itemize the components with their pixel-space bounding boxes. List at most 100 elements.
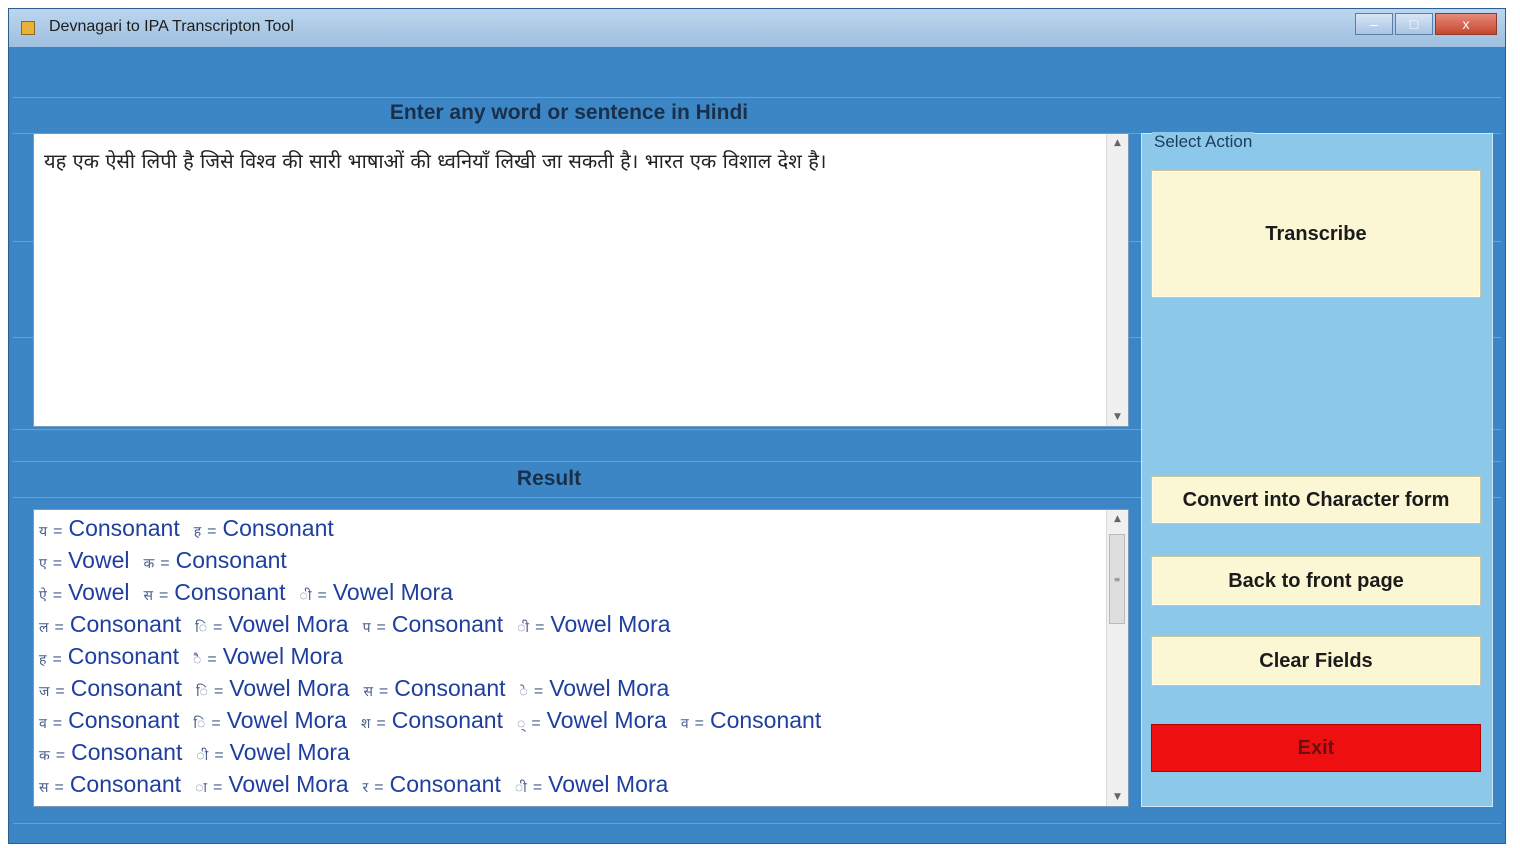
character-type: Vowel Mora [546,707,667,733]
equals-sign: = [531,715,541,732]
devanagari-character: स [363,684,373,700]
clear-fields-button[interactable]: Clear Fields [1151,636,1481,686]
result-entry: ए = Vowel [39,547,129,573]
character-type: Vowel Mora [222,643,343,669]
character-type: Vowel Mora [229,675,350,701]
result-entry: ि = Vowel Mora [196,675,349,701]
result-line: क = Consonantी = Vowel Mora [39,736,835,768]
result-entry: ज = Consonant [39,675,182,701]
equals-sign: = [52,651,62,668]
result-line: स = Consonantा = Vowel Mora र = Consonantी = Vowe… [39,768,835,800]
input-label: Enter any word or sentence in Hindi [389,101,749,124]
result-entry: ी = Vowel Mora [196,739,349,765]
result-entry: ि = Vowel Mora [195,611,348,637]
result-line: ल = Consonantि = Vowel Mora प = Consonantी = Vowe… [39,608,835,640]
close-button[interactable]: x [1435,13,1497,35]
equals-sign: = [694,715,704,732]
convert-character-form-button[interactable]: Convert into Character form [1151,476,1481,524]
character-type: Vowel [68,579,130,605]
devanagari-character: ि [195,684,208,700]
scroll-down-icon[interactable]: ▼ [1107,788,1128,806]
character-type: Consonant [68,515,180,541]
devanagari-character: े [519,684,528,700]
equals-sign: = [374,779,384,796]
select-action-group: Select Action Transcribe Convert into Ch… [1141,132,1493,807]
result-entry: क = Consonant [143,547,286,573]
devanagari-character: श [360,716,371,732]
equals-sign: = [158,587,169,604]
result-entry: ी = Vowel Mora [300,579,453,605]
input-scrollbar[interactable]: ▲ ▼ [1106,134,1128,426]
devanagari-character: ि [193,716,206,732]
result-line: ए = Vowel क = Consonant [39,544,835,576]
devanagari-character: ा [195,780,208,796]
character-type: Consonant [71,739,183,765]
character-type: Consonant [394,675,506,701]
equals-sign: = [211,715,221,732]
hindi-input-field[interactable]: यह एक ऐसी लिपी है जिसे विश्व की सारी भाष… [33,133,1129,427]
equals-sign: = [52,587,63,604]
character-type: Vowel Mora [228,771,349,797]
devanagari-character: ी [299,588,312,604]
scroll-up-icon[interactable]: ▲ [1107,510,1128,528]
devanagari-character: क [143,556,155,572]
result-entry: े = Vowel Mora [520,675,670,701]
equals-sign: = [213,619,223,636]
character-type: Consonant [69,611,182,637]
devanagari-character: ै [193,652,202,668]
transcribe-button[interactable]: Transcribe [1151,170,1481,298]
result-entry: व = Consonant [681,707,821,733]
app-icon [21,21,35,35]
equals-sign: = [54,779,64,796]
character-type: Vowel Mora [550,611,671,637]
character-type: Consonant [391,611,504,637]
result-entry: ल = Consonant [39,611,181,637]
character-type: Vowel Mora [228,611,349,637]
devanagari-character: स [143,588,153,604]
equals-sign: = [53,523,63,540]
equals-sign: = [376,715,386,732]
devanagari-character: र [362,780,369,796]
app-window: Devnagari to IPA Transcripton Tool – □ x… [8,8,1506,844]
scroll-up-icon[interactable]: ▲ [1107,134,1128,152]
result-entry: ी = Vowel Mora [515,771,668,797]
result-scrollbar[interactable]: ▲ ≡ ▼ [1106,510,1128,806]
equals-sign: = [213,779,223,796]
result-entry: स = Consonant [143,579,285,605]
maximize-button[interactable]: □ [1395,13,1433,35]
hindi-input-text[interactable]: यह एक ऐसी लिपी है जिसे विश्व की सारी भाष… [44,142,1098,180]
character-type: Consonant [222,515,334,541]
result-entry: ै = Vowel Mora [193,643,343,669]
character-type: Vowel Mora [548,771,669,797]
equals-sign: = [207,651,217,668]
devanagari-character: य [39,524,48,540]
devanagari-character: ए [39,556,47,572]
result-entry: ऐ = Vowel [39,579,129,605]
result-entry: स = Consonant [363,675,505,701]
character-type: Vowel Mora [332,579,453,605]
result-output-field[interactable]: य = Consonant ह = Consonant ए = Vowel क = Consonant… [33,509,1129,807]
back-to-front-page-button[interactable]: Back to front page [1151,556,1481,606]
character-type: Consonant [174,579,286,605]
equals-sign: = [52,715,63,732]
devanagari-character: ी [514,780,527,796]
scroll-down-icon[interactable]: ▼ [1107,408,1128,426]
devanagari-character: ऐ [39,588,47,604]
character-type: Consonant [68,707,180,733]
window-title: Devnagari to IPA Transcripton Tool [49,18,294,35]
result-entry: ह = Consonant [39,643,179,669]
minimize-button[interactable]: – [1355,13,1393,35]
equals-sign: = [533,683,544,700]
devanagari-character: ह [39,652,47,668]
client-area: Enter any word or sentence in Hindi यह ए… [13,47,1501,839]
exit-button[interactable]: Exit [1151,724,1481,772]
devanagari-character: ी [517,620,530,636]
scroll-thumb[interactable]: ≡ [1109,534,1125,624]
equals-sign: = [55,683,65,700]
character-type: Consonant [389,771,501,797]
equals-sign: = [214,747,224,764]
equals-sign: = [535,619,545,636]
equals-sign: = [317,587,327,604]
equals-sign: = [54,619,64,636]
title-bar[interactable]: Devnagari to IPA Transcripton Tool – □ x [9,9,1505,47]
